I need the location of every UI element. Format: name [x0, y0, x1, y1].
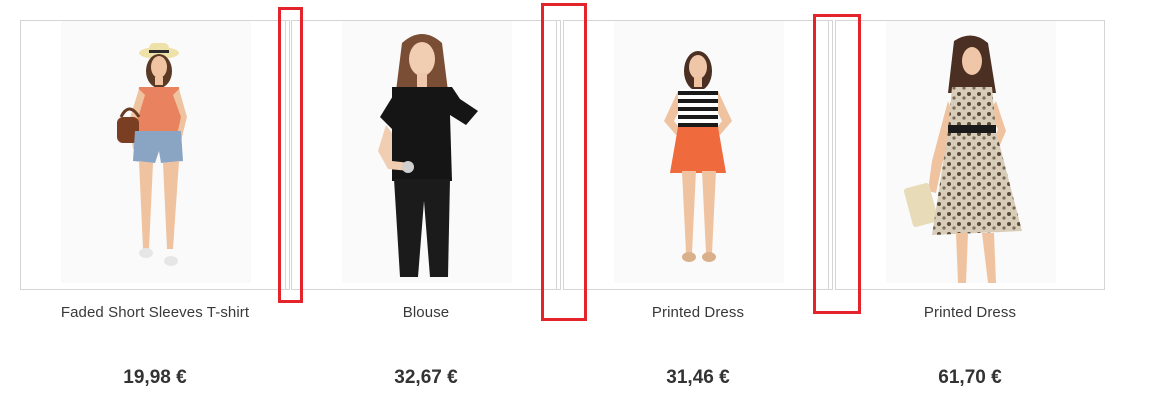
product-card[interactable]: Printed Dress 61,70 €: [835, 20, 1105, 400]
product-image: [886, 21, 1056, 283]
gutter-highlight-marker: [278, 7, 303, 303]
product-image-link[interactable]: [291, 20, 561, 290]
product-image-link[interactable]: [835, 20, 1105, 290]
product-price: 31,46 €: [666, 367, 730, 388]
product-name[interactable]: Faded Short Sleeves T-shirt: [20, 304, 290, 321]
gutter-highlight-marker: [541, 3, 587, 321]
product-image: [61, 21, 251, 283]
product-name[interactable]: Printed Dress: [563, 304, 833, 321]
gutter-highlight-marker: [813, 14, 861, 314]
product-image-link[interactable]: [563, 20, 833, 290]
product-image: [614, 21, 784, 283]
product-name[interactable]: Printed Dress: [835, 304, 1105, 321]
product-name[interactable]: Blouse: [291, 304, 561, 321]
product-image: [342, 21, 512, 283]
product-grid: Faded Short Sleeves T-shirt 19,98 € Blou…: [0, 0, 1168, 408]
product-card[interactable]: Faded Short Sleeves T-shirt 19,98 €: [20, 20, 290, 400]
product-price: 19,98 €: [123, 367, 187, 388]
product-price: 61,70 €: [938, 367, 1002, 388]
product-card[interactable]: Blouse 32,67 €: [291, 20, 561, 400]
product-image-link[interactable]: [20, 20, 290, 290]
product-card[interactable]: Printed Dress 31,46 €: [563, 20, 833, 400]
product-price: 32,67 €: [394, 367, 458, 388]
